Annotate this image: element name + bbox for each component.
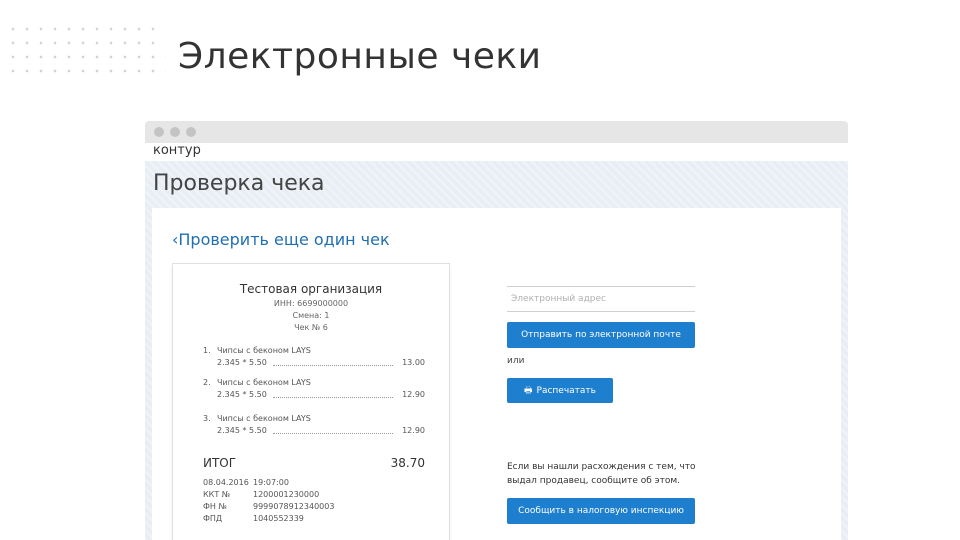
item-sum: 12.90: [402, 390, 425, 399]
receipt-item: 2. Чипсы с беконом LAYS 2.345 * 5.50 12.…: [203, 378, 425, 402]
item-leader-dots: [273, 433, 393, 434]
receipt-item: 3. Чипсы с беконом LAYS 2.345 * 5.50 12.…: [203, 414, 425, 438]
item-quantity: 2.345 * 5.50: [217, 358, 267, 367]
receipt-time: 19:07:00: [253, 478, 289, 487]
receipt-kkt-value: 1200001230000: [253, 490, 320, 499]
check-another-link[interactable]: ‹Проверить еще один чек: [172, 230, 390, 249]
discrepancy-notice: Если вы нашли расхождения с тем, что выд…: [507, 462, 696, 486]
receipt-date: 08.04.2016: [203, 478, 249, 487]
browser-window: контур Проверка чека ‹Проверить еще один…: [145, 121, 848, 540]
print-button[interactable]: 🖶 Распечатать: [507, 378, 613, 403]
item-number: 3.: [203, 414, 211, 423]
item-quantity: 2.345 * 5.50: [217, 390, 267, 399]
item-number: 2.: [203, 378, 211, 387]
item-quantity: 2.345 * 5.50: [217, 426, 267, 435]
receipt-total-value: 38.70: [390, 456, 425, 470]
receipt-fn-label: ФН №: [203, 502, 227, 511]
window-minimize-dot[interactable]: [170, 127, 180, 137]
receipt-total-label: ИТОГ: [203, 456, 237, 470]
item-name: Чипсы с беконом LAYS: [217, 378, 311, 387]
send-email-button[interactable]: Отправить по электронной почте: [507, 322, 695, 348]
receipt-shift: Смена: 1: [292, 311, 330, 320]
report-tax-button[interactable]: Сообщить в налоговую инспекцию: [507, 498, 695, 524]
page-background: Проверка чека ‹Проверить еще один чек Те…: [145, 161, 848, 540]
page-heading: Проверка чека: [153, 171, 325, 196]
slide-title: Электронные чеки: [178, 36, 542, 77]
window-maximize-dot[interactable]: [186, 127, 196, 137]
printer-icon: 🖶: [524, 385, 533, 396]
window-close-dot[interactable]: [154, 127, 164, 137]
item-sum: 12.90: [402, 426, 425, 435]
decorative-dot-grid: [6, 22, 166, 78]
receipt-organization: Тестовая организация: [239, 282, 383, 296]
receipt-inn: ИНН: 6699000000: [273, 299, 349, 308]
or-separator: или: [507, 356, 525, 366]
item-leader-dots: [273, 365, 393, 366]
item-number: 1.: [203, 346, 211, 355]
receipt-fn-value: 9999078912340003: [253, 502, 335, 511]
print-button-label: Распечатать: [536, 385, 596, 396]
browser-title-bar: [145, 121, 848, 143]
email-input[interactable]: [507, 286, 695, 312]
kontur-logo[interactable]: контур: [153, 143, 201, 158]
site-header: контур: [145, 143, 848, 161]
receipt-fpd-label: ФПД: [203, 514, 223, 523]
receipt-check-number: Чек № 6: [294, 323, 328, 332]
item-leader-dots: [273, 397, 393, 398]
receipt-actions: Отправить по электронной почте или 🖶 Рас…: [507, 208, 707, 540]
item-name: Чипсы с беконом LAYS: [217, 346, 311, 355]
receipt-kkt-label: ККТ №: [203, 490, 231, 499]
receipt-card: Тестовая организация ИНН: 6699000000 Сме…: [173, 264, 449, 540]
receipt-fpd-value: 1040552339: [253, 514, 304, 523]
receipt-item: 1. Чипсы с беконом LAYS 2.345 * 5.50 13.…: [203, 346, 425, 370]
main-content-panel: ‹Проверить еще один чек Тестовая организ…: [152, 208, 841, 540]
item-name: Чипсы с беконом LAYS: [217, 414, 311, 423]
item-sum: 13.00: [402, 358, 425, 367]
